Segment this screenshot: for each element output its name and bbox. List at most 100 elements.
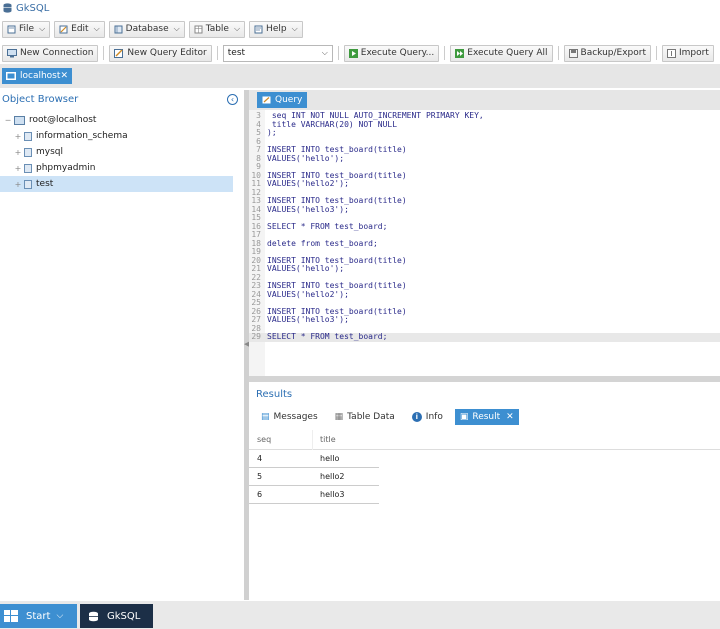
code-text: delete from test_board; — [267, 238, 378, 248]
object-browser-title: Object Browser — [2, 94, 79, 105]
connection-tab-localhost[interactable]: localhost ✕ — [2, 68, 72, 84]
code-text: VALUES('hello'); — [267, 153, 345, 163]
chevron-down-icon: ⌵ — [173, 24, 180, 33]
execute-query-all-label: Execute Query All — [467, 48, 548, 58]
new-query-editor-button[interactable]: New Query Editor — [109, 44, 212, 62]
tree-item-information-schema[interactable]: + information_schema — [0, 128, 233, 144]
tab-table-data[interactable]: ▦ Table Data — [330, 409, 400, 425]
code-line: 8 VALUES('hello'); — [249, 153, 720, 164]
result-icon: ▣ — [459, 412, 469, 422]
menu-help[interactable]: Help ⌵ — [249, 20, 303, 38]
tree-expander[interactable]: + — [12, 148, 24, 157]
code-line: 21 VALUES('hello'); — [249, 264, 720, 274]
start-button[interactable]: Start ⌵ — [0, 604, 77, 628]
cell-seq: 5 — [257, 472, 263, 481]
tree-item-label: test — [36, 179, 54, 189]
table-row[interactable]: 5 hello2 — [249, 468, 720, 485]
database-icon — [24, 179, 32, 189]
chevron-down-icon: ⌵ — [93, 24, 100, 33]
code-text: VALUES('hello2'); — [267, 179, 349, 188]
edit-icon — [59, 25, 68, 33]
results-title: Results — [256, 389, 293, 400]
tab-info[interactable]: i Info — [407, 409, 448, 425]
toolbar: New Connection New Query Editor test ⌵ E… — [0, 42, 720, 64]
menu-edit[interactable]: Edit ⌵ — [54, 20, 105, 38]
table-row[interactable]: 4 hello — [249, 450, 720, 467]
new-connection-button[interactable]: New Connection — [2, 44, 99, 62]
import-icon — [667, 48, 676, 58]
tab-result[interactable]: ▣ Result ✕ — [454, 409, 519, 425]
tree-item-test[interactable]: + test — [0, 176, 233, 192]
window-titlebar: GkSQL — [0, 0, 720, 16]
database-icon — [3, 3, 12, 13]
cell-title: hello — [320, 454, 340, 463]
toolbar-divider — [444, 46, 446, 60]
windows-logo-icon — [4, 610, 18, 622]
new-connection-label: New Connection — [20, 48, 94, 58]
help-icon — [254, 25, 263, 33]
column-header-seq[interactable]: seq — [249, 429, 313, 450]
object-browser: Object Browser ‹ ─ root@localhost + info… — [0, 90, 244, 600]
backup-icon — [568, 48, 578, 58]
backup-export-button[interactable]: Backup/Export — [563, 44, 651, 62]
tree-item-phpmyadmin[interactable]: + phpmyadmin — [0, 160, 233, 176]
new-query-editor-label: New Query Editor — [127, 48, 207, 58]
server-icon — [6, 72, 16, 80]
tree-expander[interactable]: + — [12, 180, 24, 189]
import-label: Import — [679, 48, 709, 58]
code-text: VALUES('hello2'); — [267, 289, 349, 299]
table-row[interactable]: 6 hello3 — [249, 486, 720, 503]
database-select[interactable]: test ⌵ — [222, 44, 333, 62]
cell-seq: 6 — [257, 490, 263, 499]
database-icon — [24, 163, 32, 173]
object-tree: ─ root@localhost + information_schema + … — [0, 112, 233, 192]
message-icon: ▤ — [261, 412, 270, 422]
play-all-icon — [455, 48, 465, 58]
cell-title: hello2 — [320, 472, 345, 481]
results-panel: Results ▤ Messages ▦ Table Data i Info ▣… — [249, 382, 720, 600]
code-line: 18 delete from test_board; — [249, 238, 720, 249]
tree-expander[interactable]: ─ — [2, 116, 14, 125]
connection-tab-label: localhost — [20, 71, 61, 81]
backup-export-label: Backup/Export — [580, 48, 646, 58]
sql-editor[interactable]: 3 seq INT NOT NULL AUTO_INCREMENT PRIMAR… — [249, 110, 720, 376]
taskbar: Start ⌵ GkSQL — [0, 601, 720, 629]
tree-root-server[interactable]: ─ root@localhost — [0, 112, 233, 128]
column-header-title[interactable]: title — [313, 435, 720, 444]
collapse-icon[interactable]: ‹ — [227, 94, 238, 105]
execute-query-all-button[interactable]: Execute Query All — [450, 44, 553, 62]
code-line: 24 VALUES('hello2'); — [249, 289, 720, 300]
query-tab-label: Query — [275, 95, 303, 105]
tree-item-mysql[interactable]: + mysql — [0, 144, 233, 160]
tree-expander[interactable]: + — [12, 132, 24, 141]
database-icon — [89, 611, 98, 621]
menu-help-label: Help — [266, 24, 287, 34]
results-tabs: ▤ Messages ▦ Table Data i Info ▣ Result … — [249, 408, 720, 426]
taskbar-app-gksql[interactable]: GkSQL — [80, 604, 153, 628]
tab-query[interactable]: Query — [257, 92, 308, 108]
cell-seq: 4 — [257, 454, 263, 463]
code-line: 29 SELECT * FROM test_board; — [249, 332, 720, 342]
menu-table[interactable]: Table ⌵ — [188, 20, 246, 38]
tree-item-label: information_schema — [36, 131, 128, 141]
import-button[interactable]: Import — [662, 44, 714, 62]
start-label: Start — [26, 610, 51, 622]
cell-title: hello3 — [320, 490, 345, 499]
close-icon[interactable]: ✕ — [60, 71, 68, 81]
toolbar-divider — [557, 46, 559, 60]
tab-messages[interactable]: ▤ Messages — [256, 409, 323, 425]
server-icon — [14, 115, 25, 125]
result-grid: seq title 4 hello 5 hello2 6 hello3 — [249, 429, 720, 504]
close-icon[interactable]: ✕ — [506, 412, 514, 422]
code-text: title VARCHAR(20) NOT NULL — [267, 119, 398, 129]
menu-table-label: Table — [205, 24, 229, 34]
code-text: SELECT * FROM test_board; — [267, 221, 388, 231]
code-line: 27 VALUES('hello3'); — [249, 315, 720, 325]
execute-query-label: Execute Query... — [360, 48, 435, 58]
result-grid-header: seq title — [249, 429, 720, 450]
menu-database[interactable]: Database ⌵ — [108, 20, 185, 38]
menu-file[interactable]: File ⌵ — [2, 20, 51, 38]
tree-expander[interactable]: + — [12, 164, 24, 173]
toolbar-divider — [337, 46, 339, 60]
execute-query-button[interactable]: Execute Query... — [343, 44, 440, 62]
